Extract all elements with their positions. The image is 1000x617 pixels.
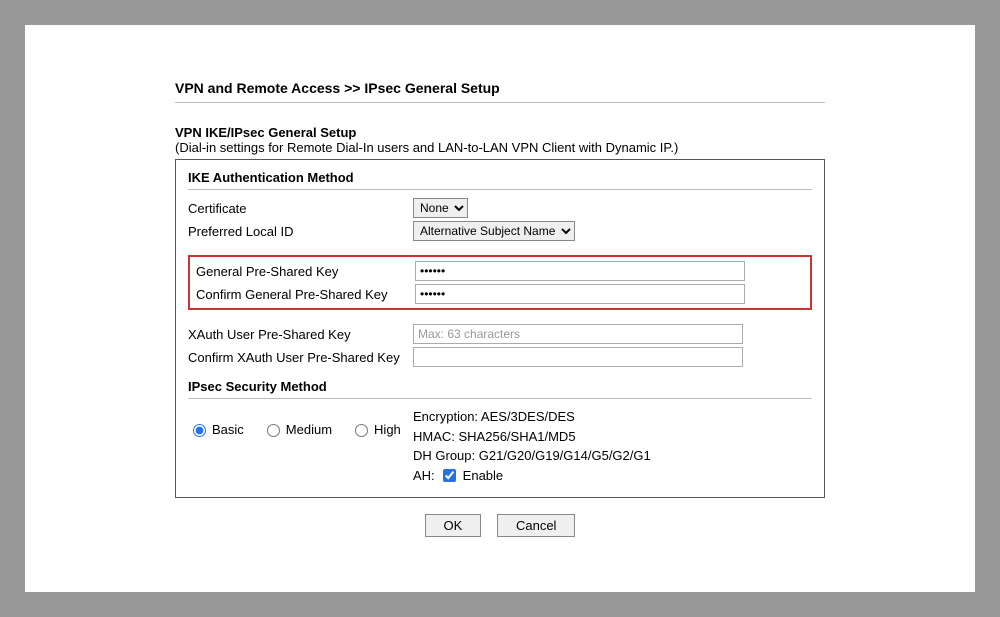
ah-enable-text: Enable <box>463 466 503 486</box>
section-title: VPN IKE/IPsec General Setup <box>175 125 825 140</box>
xauth-psk-input[interactable] <box>413 324 743 344</box>
encryption-line: Encryption: AES/3DES/DES <box>413 407 651 427</box>
medium-radio-text: Medium <box>286 422 332 437</box>
psk-highlight-box: General Pre-Shared Key Confirm General P… <box>188 255 812 310</box>
certificate-label: Certificate <box>188 201 413 216</box>
ah-label: AH: <box>413 466 435 486</box>
confirm-general-psk-input[interactable] <box>415 284 745 304</box>
high-radio[interactable] <box>355 424 368 437</box>
preferred-local-id-label: Preferred Local ID <box>188 224 413 239</box>
general-psk-label: General Pre-Shared Key <box>196 264 415 279</box>
divider <box>188 189 812 190</box>
preferred-local-id-select[interactable]: Alternative Subject Name <box>413 221 575 241</box>
hmac-line: HMAC: SHA256/SHA1/MD5 <box>413 427 651 447</box>
medium-radio[interactable] <box>267 424 280 437</box>
basic-radio[interactable] <box>193 424 206 437</box>
basic-radio-text: Basic <box>212 422 244 437</box>
confirm-xauth-psk-label: Confirm XAuth User Pre-Shared Key <box>188 350 413 365</box>
section-subtitle: (Dial-in settings for Remote Dial-In use… <box>175 140 825 155</box>
basic-radio-label[interactable]: Basic <box>188 421 244 437</box>
divider <box>188 398 812 399</box>
settings-panel: IKE Authentication Method Certificate No… <box>175 159 825 498</box>
general-psk-input[interactable] <box>415 261 745 281</box>
xauth-psk-label: XAuth User Pre-Shared Key <box>188 327 413 342</box>
certificate-select[interactable]: None <box>413 198 468 218</box>
breadcrumb: VPN and Remote Access >> IPsec General S… <box>175 80 825 103</box>
ike-auth-heading: IKE Authentication Method <box>188 170 812 185</box>
high-radio-label[interactable]: High <box>350 421 401 437</box>
ipsec-security-heading: IPsec Security Method <box>188 379 812 394</box>
ah-enable-checkbox[interactable] <box>443 469 456 482</box>
security-details: Encryption: AES/3DES/DES HMAC: SHA256/SH… <box>413 407 651 485</box>
dhgroup-line: DH Group: G21/G20/G19/G14/G5/G2/G1 <box>413 446 651 466</box>
ok-button[interactable]: OK <box>425 514 482 537</box>
medium-radio-label[interactable]: Medium <box>262 421 332 437</box>
cancel-button[interactable]: Cancel <box>497 514 575 537</box>
confirm-xauth-psk-input[interactable] <box>413 347 743 367</box>
security-method-radio-group: Basic Medium High <box>188 407 413 437</box>
high-radio-text: High <box>374 422 401 437</box>
confirm-general-psk-label: Confirm General Pre-Shared Key <box>196 287 415 302</box>
